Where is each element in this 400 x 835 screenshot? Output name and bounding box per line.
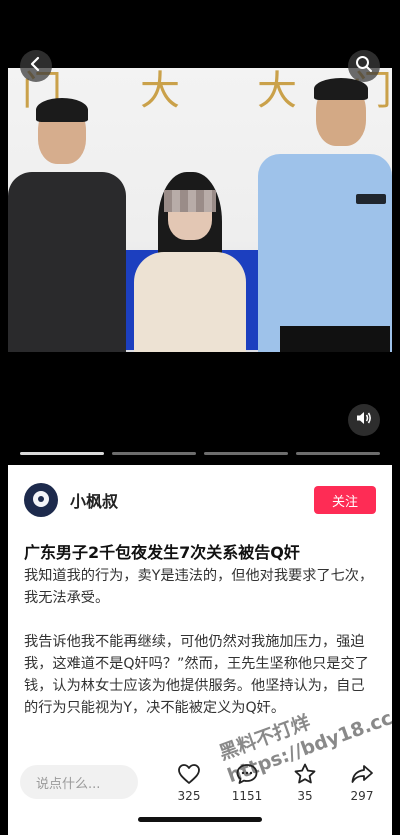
- person-woman-blurred: [128, 172, 250, 352]
- search-icon: [355, 55, 373, 77]
- like-button[interactable]: 325: [167, 761, 211, 803]
- share-button[interactable]: 297: [340, 761, 384, 803]
- person-police-officer: [258, 78, 392, 352]
- back-button[interactable]: [20, 50, 52, 82]
- favorite-count: 35: [297, 789, 313, 803]
- progress-segment: [20, 452, 104, 455]
- face-blur-mask: [164, 190, 216, 212]
- image-progress-indicator: [0, 452, 400, 455]
- wall-character: 大: [140, 68, 180, 114]
- progress-segment: [296, 452, 380, 455]
- author-name[interactable]: 小枫叔: [70, 488, 118, 512]
- post-paragraph: 我知道我的行为，卖Y是违法的，但他对我要求了七次，我无法承受。: [24, 568, 374, 606]
- like-count: 325: [177, 789, 201, 803]
- comment-count: 1151: [231, 789, 263, 803]
- media-area[interactable]: 门 大 大 门: [0, 0, 400, 465]
- favorite-button[interactable]: 35: [283, 761, 327, 803]
- comment-input[interactable]: 说点什么...: [20, 765, 138, 799]
- person-man-left: [8, 98, 126, 352]
- post-title: 广东男子2千包夜发生7次关系被告Q奸: [24, 543, 300, 562]
- speaker-icon: [355, 409, 373, 431]
- speech-bubble-icon: [225, 761, 269, 787]
- author-info[interactable]: 小枫叔: [24, 483, 118, 517]
- share-arrow-icon: [340, 761, 384, 787]
- share-count: 297: [350, 789, 374, 803]
- progress-segment: [204, 452, 288, 455]
- comment-button[interactable]: 1151: [225, 761, 269, 803]
- action-bar: 说点什么... 325 1151 35 297: [8, 757, 392, 835]
- sound-toggle-button[interactable]: [348, 404, 380, 436]
- progress-segment: [112, 452, 196, 455]
- star-icon: [283, 761, 327, 787]
- post-card: 小枫叔 关注 广东男子2千包夜发生7次关系被告Q奸 我知道我的行为，卖Y是违法的…: [8, 465, 395, 835]
- follow-button[interactable]: 关注: [314, 486, 376, 514]
- home-indicator[interactable]: [138, 817, 262, 822]
- chevron-left-icon: [28, 56, 44, 76]
- search-button[interactable]: [348, 50, 380, 82]
- avatar[interactable]: [24, 483, 58, 517]
- news-photo: 门 大 大 门: [8, 68, 392, 352]
- heart-icon: [167, 761, 211, 787]
